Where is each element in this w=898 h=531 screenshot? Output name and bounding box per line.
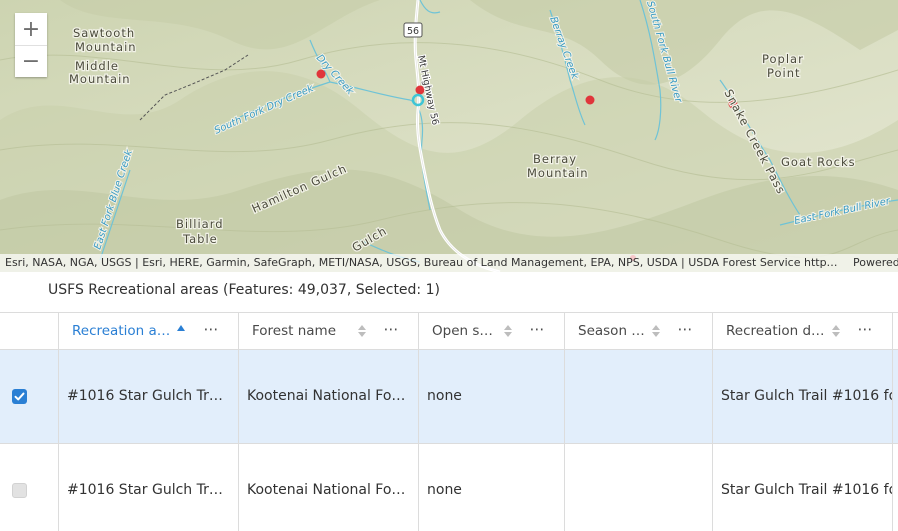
checkmark-icon bbox=[14, 392, 25, 401]
map-label: Goat Rocks bbox=[781, 155, 856, 169]
column-header-recreation-description[interactable]: Recreation d… ⋯ bbox=[713, 313, 893, 349]
table-row[interactable]: #1016 Star Gulch Trailh… Kootenai Nation… bbox=[0, 350, 898, 444]
map-view[interactable]: Sawtooth Mountain Middle Mountain Billia… bbox=[0, 0, 898, 272]
feature-table-title: USFS Recreational areas (Features: 49,03… bbox=[48, 282, 440, 298]
cell-open-status: none bbox=[419, 444, 565, 531]
row-select-cell bbox=[0, 444, 59, 531]
sort-ascending-icon[interactable] bbox=[177, 324, 185, 338]
cell-text: #1016 Star Gulch Trailh… bbox=[67, 482, 230, 498]
cell-text: #1016 Star Gulch Trailh… bbox=[67, 388, 230, 404]
cell-forest-name: Kootenai National Forest bbox=[239, 444, 419, 531]
cell-open-status: none bbox=[419, 350, 565, 443]
column-header-recreation-area[interactable]: Recreation a… ⋯ bbox=[59, 313, 239, 349]
column-header-overflow bbox=[893, 313, 898, 349]
cell-text: Star Gulch Trail #1016 follo bbox=[721, 388, 892, 404]
map-label: Table bbox=[182, 232, 218, 246]
cell-season bbox=[565, 350, 713, 443]
cell-overflow bbox=[893, 350, 898, 443]
row-checkbox[interactable] bbox=[12, 389, 27, 404]
recreation-marker bbox=[585, 95, 595, 105]
sort-icon[interactable] bbox=[832, 324, 840, 338]
column-menu-icon[interactable]: ⋯ bbox=[381, 322, 401, 340]
map-attribution: Esri, NASA, NGA, USGS | Esri, HERE, Garm… bbox=[0, 254, 898, 272]
map-label: Poplar bbox=[762, 52, 804, 66]
map-label: Mountain bbox=[527, 166, 589, 180]
column-menu-icon[interactable]: ⋯ bbox=[201, 322, 221, 340]
column-header-forest-name[interactable]: Forest name ⋯ bbox=[239, 313, 419, 349]
column-label: Open s… bbox=[432, 323, 493, 339]
sort-icon[interactable] bbox=[504, 324, 512, 338]
powered-by-link[interactable]: Powered bbox=[853, 254, 898, 272]
zoom-control: + − bbox=[15, 13, 47, 77]
zoom-out-button[interactable]: − bbox=[15, 45, 47, 77]
row-checkbox[interactable] bbox=[12, 483, 27, 498]
column-menu-icon[interactable]: ⋯ bbox=[675, 322, 695, 340]
column-label: Recreation d… bbox=[726, 323, 825, 339]
map-label: Middle bbox=[75, 59, 119, 73]
cell-text: none bbox=[427, 482, 462, 498]
cell-recreation-description: Star Gulch Trail #1016 follo bbox=[713, 350, 893, 443]
cell-text: Star Gulch Trail #1016 follo bbox=[721, 482, 892, 498]
sort-icon[interactable] bbox=[652, 324, 660, 338]
map-label: Sawtooth bbox=[73, 26, 135, 40]
cell-forest-name: Kootenai National Forest bbox=[239, 350, 419, 443]
feature-table: Recreation a… ⋯ Forest name ⋯ Open s… ⋯ … bbox=[0, 312, 898, 531]
map-label: Mountain bbox=[69, 72, 131, 86]
map-label: Berray bbox=[533, 152, 577, 166]
map-label: Point bbox=[767, 66, 801, 80]
column-label: Recreation a… bbox=[72, 323, 171, 339]
cell-recreation-area: #1016 Star Gulch Trailh… bbox=[59, 444, 239, 531]
cell-text: Kootenai National Forest bbox=[247, 482, 410, 498]
cell-recreation-area: #1016 Star Gulch Trailh… bbox=[59, 350, 239, 443]
cell-text: none bbox=[427, 388, 462, 404]
attribution-text[interactable]: Esri, NASA, NGA, USGS | Esri, HERE, Garm… bbox=[5, 254, 843, 272]
zoom-in-button[interactable]: + bbox=[15, 13, 47, 45]
sort-icon[interactable] bbox=[358, 324, 366, 338]
cell-season bbox=[565, 444, 713, 531]
topographic-basemap: Sawtooth Mountain Middle Mountain Billia… bbox=[0, 0, 898, 272]
column-menu-icon[interactable]: ⋯ bbox=[855, 322, 875, 340]
column-header-season[interactable]: Season … ⋯ bbox=[565, 313, 713, 349]
column-header-open-status[interactable]: Open s… ⋯ bbox=[419, 313, 565, 349]
column-label: Season … bbox=[578, 323, 645, 339]
column-label: Forest name bbox=[252, 323, 337, 339]
column-menu-icon[interactable]: ⋯ bbox=[527, 322, 547, 340]
cell-overflow bbox=[893, 444, 898, 531]
cell-recreation-description: Star Gulch Trail #1016 follo bbox=[713, 444, 893, 531]
map-label: Billiard bbox=[176, 217, 224, 231]
table-header: Recreation a… ⋯ Forest name ⋯ Open s… ⋯ … bbox=[0, 313, 898, 350]
row-select-cell bbox=[0, 350, 59, 443]
table-row[interactable]: #1016 Star Gulch Trailh… Kootenai Nation… bbox=[0, 444, 898, 531]
map-label: 56 bbox=[407, 26, 419, 37]
cell-text: Kootenai National Forest bbox=[247, 388, 410, 404]
map-label: Mountain bbox=[75, 40, 137, 54]
select-all-header bbox=[0, 313, 59, 349]
